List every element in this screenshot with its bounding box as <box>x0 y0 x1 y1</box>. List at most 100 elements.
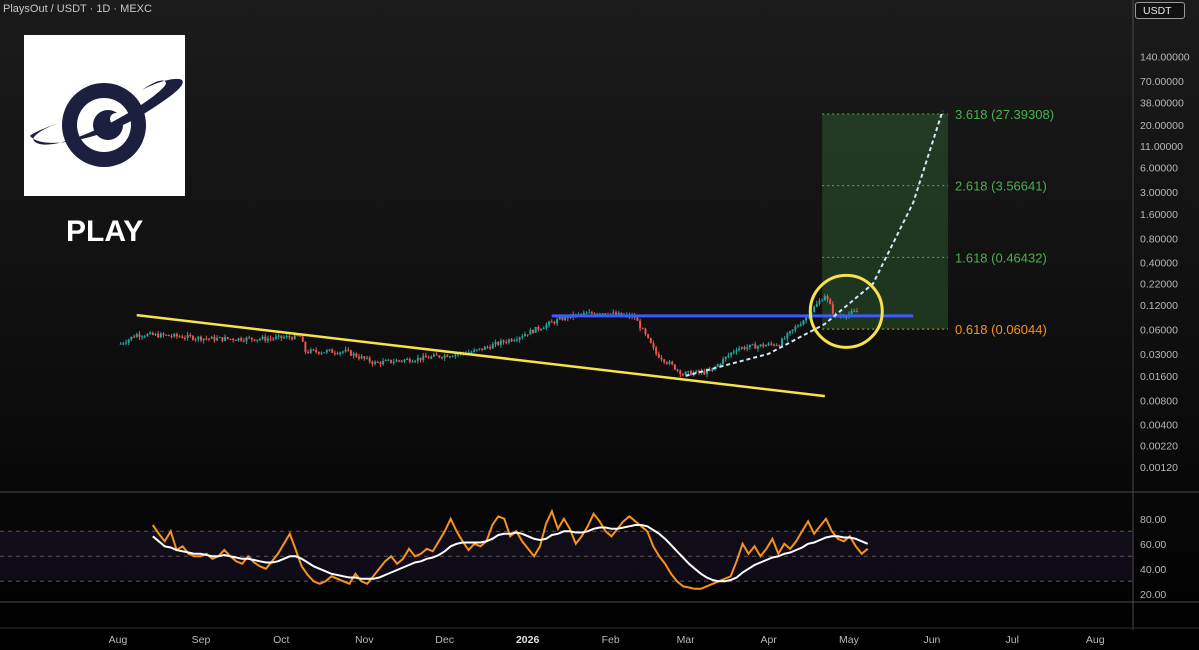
candle-body <box>727 355 730 357</box>
time-tick-label: Nov <box>355 634 374 646</box>
candle-body <box>786 333 789 339</box>
candle-body <box>542 328 545 330</box>
candle-body <box>258 339 261 341</box>
candle-body <box>738 348 741 351</box>
price-tick-label: 0.00800 <box>1140 395 1178 407</box>
candle-body <box>534 326 537 333</box>
candle-body <box>186 334 189 339</box>
candle-body <box>483 346 486 350</box>
candle-body <box>553 321 556 324</box>
candle-body <box>612 312 615 314</box>
candle-body <box>157 333 160 338</box>
candle-body <box>435 354 438 356</box>
candle-body <box>470 351 473 353</box>
candle-body <box>355 353 358 357</box>
candle-body <box>521 336 524 338</box>
candle-body <box>392 361 395 363</box>
candle-body <box>266 338 269 341</box>
currency-badge[interactable]: USDT <box>1135 2 1185 19</box>
candle-body <box>248 337 251 339</box>
candle-body <box>556 319 559 324</box>
candle-body <box>325 350 328 353</box>
candle-body <box>783 338 786 340</box>
candle-body <box>339 352 342 354</box>
candle-body <box>518 337 521 340</box>
candle-body <box>285 336 288 338</box>
candle-body <box>317 351 320 354</box>
candle-body <box>494 342 497 345</box>
candle-body <box>652 343 655 348</box>
candle-body <box>582 313 585 315</box>
candle-body <box>813 306 816 312</box>
candle-body <box>264 336 267 341</box>
time-tick-label: Aug <box>1086 634 1105 646</box>
candle-body <box>850 311 853 315</box>
candle-body <box>167 334 170 337</box>
candle-body <box>746 347 749 350</box>
candle-body <box>250 337 253 340</box>
candle-body <box>333 352 336 354</box>
candle-body <box>730 352 733 356</box>
candle-body <box>526 334 529 336</box>
candle-body <box>312 349 315 351</box>
candle-body <box>668 361 671 364</box>
candle-body <box>473 350 476 352</box>
price-tick-label: 1.60000 <box>1140 209 1178 221</box>
candle-body <box>805 317 808 321</box>
candle-body <box>366 357 368 359</box>
time-tick-label: 2026 <box>516 634 540 646</box>
fib-level-label: 1.618 (0.46432) <box>955 250 1047 265</box>
price-tick-label: 38.00000 <box>1140 97 1184 109</box>
candle-body <box>274 336 277 339</box>
candle-body <box>510 339 513 342</box>
candle-body <box>181 336 184 338</box>
candle-body <box>724 356 727 360</box>
candle-body <box>636 317 639 321</box>
candle-body <box>299 335 302 337</box>
candle-body <box>336 353 339 355</box>
candle-body <box>178 336 181 338</box>
candle-body <box>432 354 435 357</box>
symbol-title[interactable]: PlaysOut / USDT · 1D · MEXC <box>3 3 152 15</box>
time-tick-label: May <box>839 634 860 646</box>
candle-body <box>671 361 674 365</box>
candle-body <box>387 359 390 361</box>
candle-body <box>213 336 216 341</box>
candle-body <box>815 303 818 307</box>
candle-body <box>376 361 379 363</box>
candle-body <box>673 364 676 370</box>
candle-body <box>794 326 797 330</box>
price-tick-label: 6.00000 <box>1140 162 1178 174</box>
time-tick-label: Sep <box>192 634 211 646</box>
candle-body <box>821 300 824 302</box>
candle-body <box>159 333 162 338</box>
candle-body <box>663 359 666 363</box>
candle-body <box>588 312 591 314</box>
candle-body <box>130 336 133 340</box>
candle-body <box>352 353 355 356</box>
candle-body <box>119 343 122 345</box>
candle-body <box>751 344 754 346</box>
candle-body <box>781 338 783 346</box>
candle-body <box>443 355 446 358</box>
time-tick-label: Feb <box>602 634 620 646</box>
candle-body <box>357 356 360 359</box>
candle-body <box>831 304 834 314</box>
candle-body <box>331 349 334 353</box>
candle-body <box>502 340 505 343</box>
time-tick-label: Dec <box>435 634 454 646</box>
candle-body <box>548 321 551 325</box>
price-tick-label: 0.80000 <box>1140 233 1178 245</box>
candle-body <box>379 362 382 365</box>
candle-body <box>154 333 157 335</box>
candle-body <box>789 331 792 334</box>
candle-body <box>411 361 414 363</box>
price-tick-label: 0.03000 <box>1140 349 1178 361</box>
time-tick-label: Oct <box>273 634 289 646</box>
candle-body <box>162 333 165 336</box>
candle-body <box>615 312 617 315</box>
candle-body <box>762 344 765 347</box>
candle-body <box>210 336 213 339</box>
candle-body <box>818 300 821 304</box>
candle-body <box>272 338 275 340</box>
